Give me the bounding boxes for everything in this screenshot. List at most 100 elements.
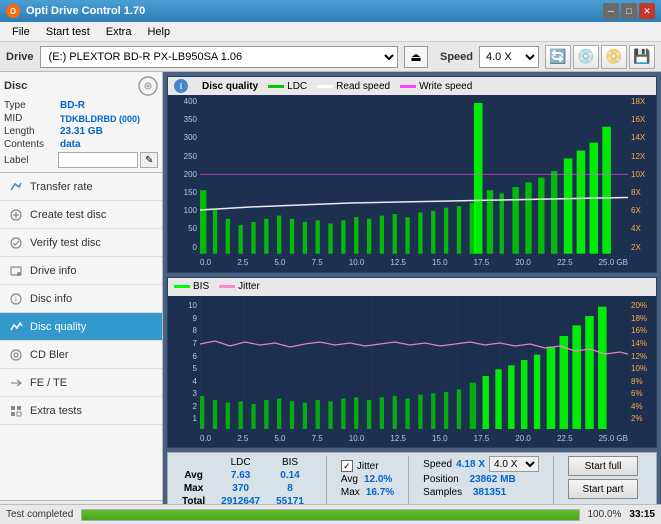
nav-item-drive-info[interactable]: Drive info xyxy=(0,257,162,285)
nav-label-fe-te: FE / TE xyxy=(30,377,67,389)
chart1-svg xyxy=(200,95,628,254)
drive-label: Drive xyxy=(6,51,34,63)
chart-panel-2: BIS Jitter 10987654321 20%18%16%14%12%10… xyxy=(167,277,657,448)
jitter-max-val: 16.7% xyxy=(366,487,394,498)
maximize-button[interactable]: □ xyxy=(621,3,637,19)
nav-label-cd-bler: CD Bler xyxy=(30,349,69,361)
chart1-legend-read: Read speed xyxy=(317,81,390,92)
save-button[interactable]: 💾 xyxy=(629,45,655,69)
close-button[interactable]: ✕ xyxy=(639,3,655,19)
main-layout: Disc Type BD-R MID TDKBLDRBD (000) Leng xyxy=(0,72,661,524)
title-bar-left: O Opti Drive Control 1.70 xyxy=(6,4,145,18)
status-text: Test completed xyxy=(6,509,73,520)
stats-max-bis: 8 xyxy=(268,482,312,495)
stats-table: LDC BIS Avg 7.63 0.14 Max 370 8 Total 29… xyxy=(174,456,312,508)
speed-section: Speed 4.18 X 4.0 X Position 23862 MB Sam… xyxy=(423,456,539,498)
disc-button[interactable]: 💿 xyxy=(573,45,599,69)
disc-label-key: Label xyxy=(4,155,58,166)
start-full-button[interactable]: Start full xyxy=(568,456,638,476)
progress-bar-fill xyxy=(82,510,578,520)
chart1-ldc-label: LDC xyxy=(287,81,307,92)
nav-item-disc-info[interactable]: i Disc info xyxy=(0,285,162,313)
nav-item-cd-bler[interactable]: CD Bler xyxy=(0,341,162,369)
sidebar: Disc Type BD-R MID TDKBLDRBD (000) Leng xyxy=(0,72,163,524)
nav-item-extra-tests[interactable]: Extra tests xyxy=(0,397,162,425)
disc-type-val: BD-R xyxy=(60,100,85,111)
jitter-max-label: Max xyxy=(341,487,360,498)
menu-help[interactable]: Help xyxy=(139,24,178,40)
cd-bler-icon xyxy=(8,347,24,363)
disc-mid-row: MID TDKBLDRBD (000) xyxy=(4,113,158,124)
drive-select[interactable]: (E:) PLEXTOR BD-R PX-LB950SA 1.06 xyxy=(40,46,398,68)
jitter-checkbox[interactable]: ✓ xyxy=(341,460,353,472)
speed-select-stats[interactable]: 4.0 X xyxy=(489,456,539,472)
media-button[interactable]: 📀 xyxy=(601,45,627,69)
speed-row: Speed 4.18 X 4.0 X xyxy=(423,456,539,472)
disc-type-row: Type BD-R xyxy=(4,100,158,111)
refresh-button[interactable]: 🔄 xyxy=(545,45,571,69)
nav-item-transfer-rate[interactable]: Transfer rate xyxy=(0,173,162,201)
chart1-legend-ldc: LDC xyxy=(268,81,307,92)
extra-tests-icon xyxy=(8,403,24,419)
chart2-bis-label: BIS xyxy=(193,281,209,292)
drive-bar: Drive (E:) PLEXTOR BD-R PX-LB950SA 1.06 … xyxy=(0,42,661,72)
nav-item-fe-te[interactable]: FE / TE xyxy=(0,369,162,397)
disc-contents-val: data xyxy=(60,139,81,150)
menu-extra[interactable]: Extra xyxy=(98,24,140,40)
stats-avg-ldc: 7.63 xyxy=(213,469,268,482)
progress-percent: 100.0% xyxy=(588,509,622,520)
chart1-legend-write: Write speed xyxy=(400,81,472,92)
chart2-yaxis-right: 20%18%16%14%12%10%8%6%4%2% xyxy=(628,296,656,429)
jitter-avg-row: Avg 12.0% xyxy=(341,474,394,485)
stats-avg-label: Avg xyxy=(174,469,213,482)
speed-label: Speed xyxy=(440,51,473,63)
disc-label-row: Label ✎ xyxy=(4,152,158,168)
speed-val: 4.18 X xyxy=(456,459,485,470)
jitter-label: Jitter xyxy=(357,461,379,472)
app-title: Opti Drive Control 1.70 xyxy=(26,5,145,17)
chart-panel-1: i Disc quality LDC Read speed Write spee… xyxy=(167,76,657,273)
nav-label-verify-test-disc: Verify test disc xyxy=(30,237,101,249)
progress-bar xyxy=(81,509,579,521)
samples-val: 381351 xyxy=(473,487,506,498)
chart1-xaxis: 0.02.55.07.510.012.515.017.520.022.525.0… xyxy=(200,254,628,272)
disc-panel-header: Disc xyxy=(4,76,158,96)
stats-max-label: Max xyxy=(174,482,213,495)
nav-label-create-test-disc: Create test disc xyxy=(30,209,106,221)
chart1-yaxis-left: 400350300250200150100500 xyxy=(168,95,200,254)
eject-button[interactable]: ⏏ xyxy=(404,46,428,68)
disc-quality-icon xyxy=(8,319,24,335)
menu-file[interactable]: File xyxy=(4,24,38,40)
nav-item-disc-quality[interactable]: Disc quality xyxy=(0,313,162,341)
start-part-button[interactable]: Start part xyxy=(568,479,638,499)
disc-label-input[interactable] xyxy=(58,152,138,168)
disc-panel: Disc Type BD-R MID TDKBLDRBD (000) Leng xyxy=(0,72,162,173)
stats-max-ldc: 370 xyxy=(213,482,268,495)
jitter-avg-label: Avg xyxy=(341,474,358,485)
jitter-max-row: Max 16.7% xyxy=(341,487,394,498)
chart1-yaxis-right: 18X16X14X12X10X8X6X4X2X xyxy=(628,95,656,254)
nav-label-transfer-rate: Transfer rate xyxy=(30,181,93,193)
status-bar: Test completed 100.0% 33:15 xyxy=(0,504,661,524)
verify-test-disc-icon xyxy=(8,235,24,251)
menu-bar: File Start test Extra Help xyxy=(0,22,661,42)
disc-length-row: Length 23.31 GB xyxy=(4,126,158,137)
disc-label-button[interactable]: ✎ xyxy=(140,152,158,168)
chart2-jitter-label: Jitter xyxy=(238,281,260,292)
chart1-title: Disc quality xyxy=(202,81,258,92)
menu-start-test[interactable]: Start test xyxy=(38,24,98,40)
stats-ldc-header: LDC xyxy=(213,456,268,469)
chart1-write-label: Write speed xyxy=(419,81,472,92)
nav-label-disc-quality: Disc quality xyxy=(30,321,86,333)
speed-select[interactable]: 4.0 X xyxy=(479,46,539,68)
disc-panel-icon xyxy=(138,76,158,96)
chart1-icon: i xyxy=(174,79,188,93)
samples-row: Samples 381351 xyxy=(423,487,539,498)
chart1-read-label: Read speed xyxy=(336,81,390,92)
nav-item-create-test-disc[interactable]: Create test disc xyxy=(0,201,162,229)
position-label: Position xyxy=(423,474,459,485)
nav-item-verify-test-disc[interactable]: Verify test disc xyxy=(0,229,162,257)
disc-length-key: Length xyxy=(4,126,60,137)
disc-contents-key: Contents xyxy=(4,139,60,150)
minimize-button[interactable]: ─ xyxy=(603,3,619,19)
